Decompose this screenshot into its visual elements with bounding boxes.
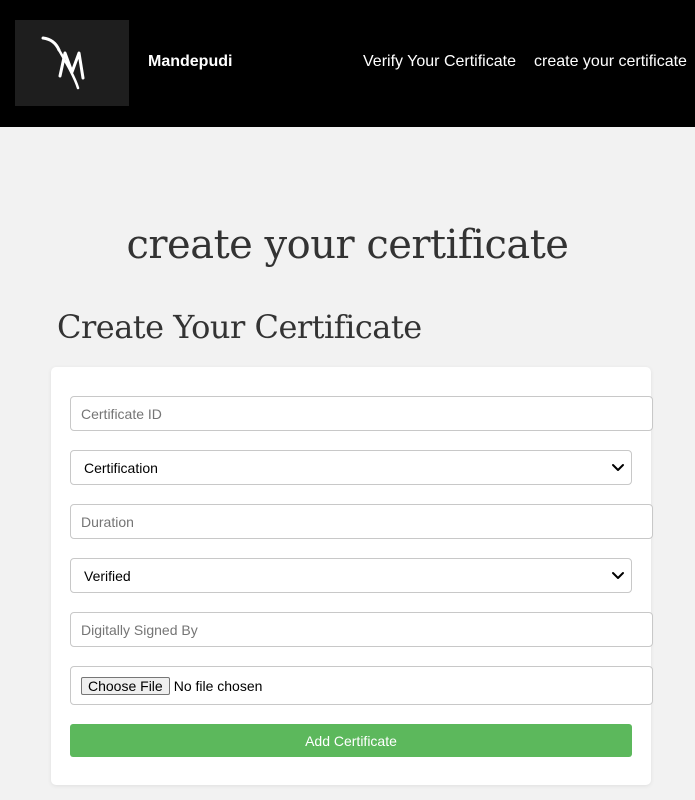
chevron-down-icon <box>612 572 624 579</box>
brand-name[interactable]: Mandepudi <box>148 53 232 71</box>
site-header: Mandepudi Verify Your Certificate create… <box>0 0 695 127</box>
verified-select[interactable]: Verified <box>70 558 632 593</box>
certificate-id-input[interactable] <box>70 396 653 431</box>
file-status: No file chosen <box>173 677 263 694</box>
file-upload-field: Choose File No file chosen <box>70 666 653 705</box>
certification-select-value: Certification <box>84 459 158 476</box>
signed-by-input[interactable] <box>70 612 653 647</box>
duration-input[interactable] <box>70 504 653 539</box>
page-title: create your certificate <box>126 222 569 268</box>
certification-select[interactable]: Certification <box>70 450 632 485</box>
logo[interactable] <box>15 20 129 106</box>
m-monogram-icon <box>41 36 85 90</box>
chevron-down-icon <box>612 464 624 471</box>
nav-create-certificate[interactable]: create your certificate <box>534 53 687 71</box>
add-certificate-button[interactable]: Add Certificate <box>70 724 632 757</box>
form-title: Create Your Certificate <box>57 308 422 346</box>
choose-file-button[interactable]: Choose File <box>81 676 170 695</box>
nav-verify-certificate[interactable]: Verify Your Certificate <box>363 53 516 71</box>
verified-select-value: Verified <box>84 567 131 584</box>
